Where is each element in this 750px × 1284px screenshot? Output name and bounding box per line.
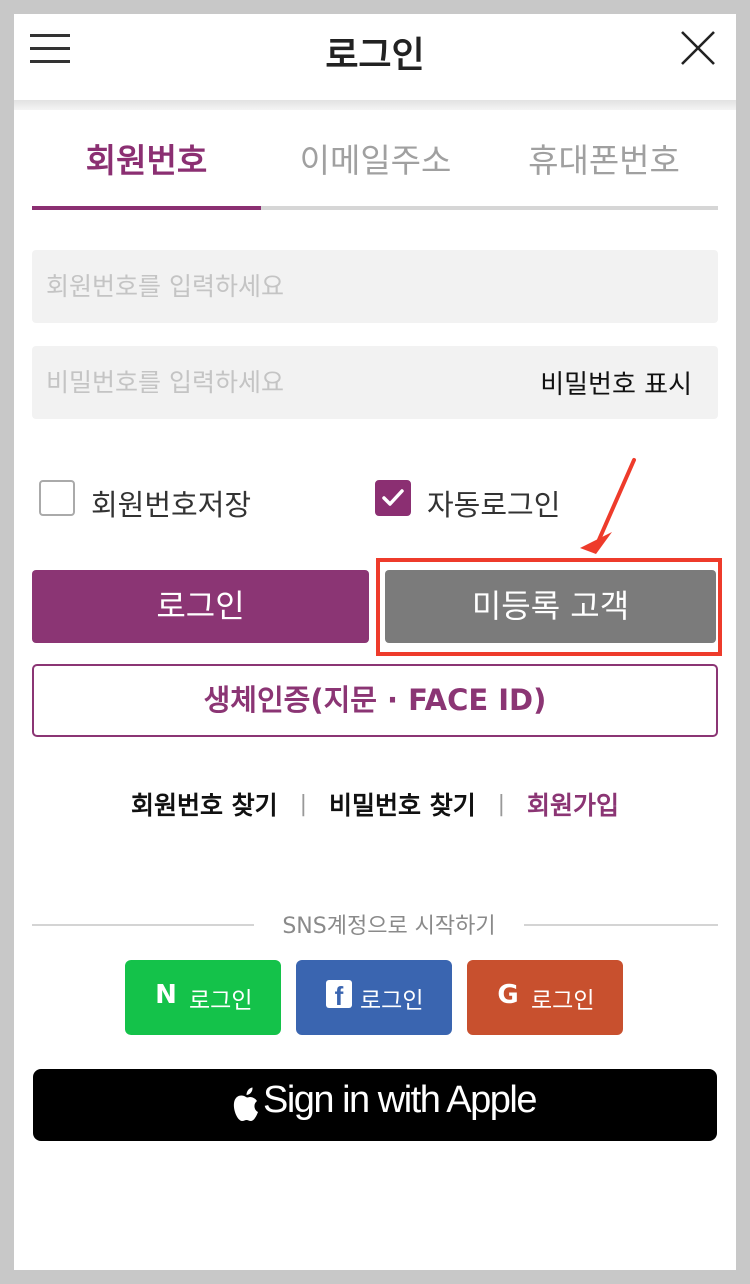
sns-divider-right xyxy=(524,924,718,926)
annotation-arrow-icon xyxy=(580,458,636,554)
tab-phone[interactable]: 휴대폰번호 xyxy=(490,138,718,208)
save-member-label: 회원번호저장 xyxy=(91,488,252,522)
page-title: 로그인 xyxy=(325,35,425,76)
annotation-highlight-box xyxy=(376,558,722,656)
login-tabs: 회원번호 이메일주소 휴대폰번호 xyxy=(32,138,718,210)
find-member-number-link[interactable]: 회원번호 찾기 xyxy=(131,786,278,822)
google-icon: G xyxy=(497,980,519,1010)
facebook-login-button[interactable]: f 로그인 xyxy=(296,960,452,1035)
find-password-link[interactable]: 비밀번호 찾기 xyxy=(329,786,476,822)
account-links: 회원번호 찾기 | 비밀번호 찾기 | 회원가입 xyxy=(14,786,736,822)
login-screen: 로그인 회원번호 이메일주소 휴대폰번호 비밀번호 표시 회원번호저장 xyxy=(14,14,736,1270)
auto-login-label: 자동로그인 xyxy=(427,488,561,522)
tab-email[interactable]: 이메일주소 xyxy=(261,138,490,208)
google-login-label: 로그인 xyxy=(531,988,595,1014)
link-separator: | xyxy=(497,791,506,817)
active-tab-indicator xyxy=(32,206,261,210)
sns-section-title: SNS계정으로 시작하기 xyxy=(282,914,496,939)
naver-login-button[interactable]: N 로그인 xyxy=(125,960,281,1035)
member-number-field-wrap xyxy=(32,250,718,323)
facebook-login-label: 로그인 xyxy=(360,988,424,1014)
auto-login-checkbox[interactable] xyxy=(375,480,411,516)
member-number-input[interactable] xyxy=(32,250,718,323)
check-icon xyxy=(382,489,404,506)
apple-signin-button[interactable]: Sign in with Apple xyxy=(33,1069,717,1141)
google-login-button[interactable]: G 로그인 xyxy=(467,960,623,1035)
header: 로그인 xyxy=(14,14,736,100)
close-icon[interactable] xyxy=(678,28,718,68)
password-field-wrap: 비밀번호 표시 xyxy=(32,346,718,419)
tab-member-number[interactable]: 회원번호 xyxy=(32,138,261,208)
naver-icon: N xyxy=(155,980,177,1010)
save-member-checkbox[interactable] xyxy=(39,480,75,516)
naver-login-label: 로그인 xyxy=(189,988,253,1014)
header-divider xyxy=(14,100,736,110)
sns-divider-left xyxy=(32,924,254,926)
show-password-toggle[interactable]: 비밀번호 표시 xyxy=(540,364,692,401)
link-separator: | xyxy=(299,791,308,817)
facebook-icon: f xyxy=(326,980,352,1011)
login-button[interactable]: 로그인 xyxy=(32,570,369,643)
biometric-login-button[interactable]: 생체인증(지문 · FACE ID) xyxy=(32,664,718,737)
save-member-option[interactable]: 회원번호저장 xyxy=(39,480,299,522)
apple-signin-label: Sign in with Apple xyxy=(263,1079,537,1121)
apple-icon xyxy=(233,1087,258,1121)
signup-link[interactable]: 회원가입 xyxy=(527,786,619,822)
